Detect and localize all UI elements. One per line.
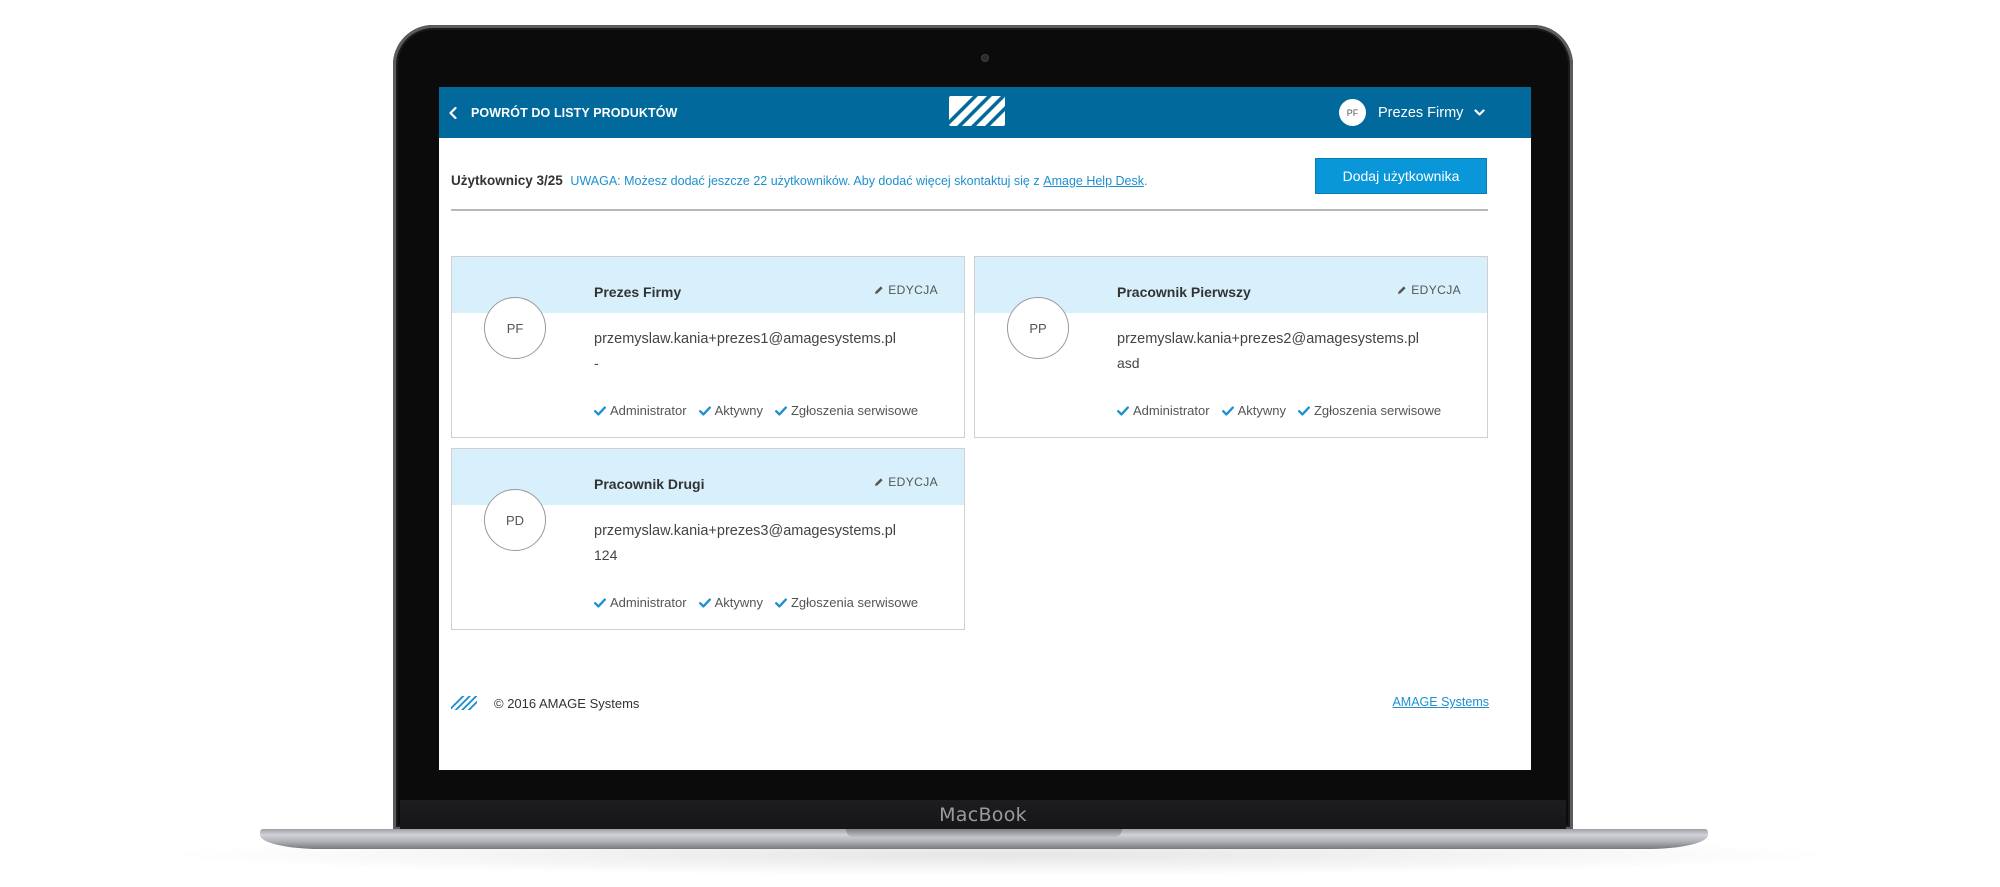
user-card: PF Prezes Firmy EDYCJA przemyslaw.kania+… bbox=[451, 256, 965, 438]
checkmark-icon bbox=[698, 405, 715, 416]
laptop-notch bbox=[846, 829, 1122, 838]
user-card-email: przemyslaw.kania+prezes1@amagesystems.pl bbox=[594, 331, 897, 347]
user-card-badges: Administrator Aktywny Zgłoszenia serwiso… bbox=[594, 403, 930, 418]
top-navigation-bar: POWRÓT DO LISTY PRODUKTÓW PF Prezes Firm… bbox=[439, 87, 1531, 138]
edit-user-button[interactable]: EDYCJA bbox=[1397, 283, 1461, 297]
badge-label: Administrator bbox=[1133, 403, 1210, 418]
user-card-phone: asd bbox=[1117, 355, 1140, 371]
edit-label: EDYCJA bbox=[1411, 283, 1461, 297]
pencil-icon bbox=[874, 285, 888, 295]
user-card: PD Pracownik Drugi EDYCJA przemyslaw.kan… bbox=[451, 448, 965, 630]
pencil-icon bbox=[1397, 285, 1411, 295]
badge-service-requests: Zgłoszenia serwisowe bbox=[775, 595, 918, 610]
checkmark-icon bbox=[594, 597, 610, 608]
checkmark-icon bbox=[775, 405, 791, 416]
footer-logo bbox=[451, 696, 477, 710]
badge-label: Aktywny bbox=[714, 595, 763, 610]
edit-label: EDYCJA bbox=[888, 475, 938, 489]
edit-user-button[interactable]: EDYCJA bbox=[874, 475, 938, 489]
user-card-phone: 124 bbox=[594, 547, 618, 563]
user-card-badges: Administrator Aktywny Zgłoszenia serwiso… bbox=[1117, 403, 1453, 418]
back-to-products-link[interactable]: POWRÓT DO LISTY PRODUKTÓW bbox=[449, 87, 677, 138]
user-card-avatar: PD bbox=[484, 489, 546, 551]
badge-label: Zgłoszenia serwisowe bbox=[1313, 403, 1442, 418]
badge-label: Zgłoszenia serwisowe bbox=[790, 403, 919, 418]
back-link-label: POWRÓT DO LISTY PRODUKTÓW bbox=[471, 105, 678, 120]
badge-label: Zgłoszenia serwisowe bbox=[790, 595, 919, 610]
user-card-email: przemyslaw.kania+prezes2@amagesystems.pl bbox=[1117, 331, 1420, 347]
user-avatar: PF bbox=[1339, 99, 1366, 126]
checkmark-icon bbox=[775, 597, 791, 608]
user-card-avatar: PP bbox=[1007, 297, 1069, 359]
help-desk-link[interactable]: Amage Help Desk bbox=[1043, 174, 1144, 188]
device-label: MacBook bbox=[939, 804, 1027, 826]
amage-logo[interactable] bbox=[949, 96, 1005, 126]
users-count: Użytkownicy 3/25 bbox=[451, 173, 563, 188]
checkmark-icon bbox=[698, 597, 715, 608]
user-card-name: Pracownik Drugi bbox=[594, 476, 705, 492]
user-card-name: Prezes Firmy bbox=[594, 284, 682, 300]
section-divider bbox=[451, 209, 1488, 211]
badge-label: Aktywny bbox=[1237, 403, 1286, 418]
badge-label: Administrator bbox=[610, 403, 687, 418]
pencil-icon bbox=[874, 477, 888, 487]
badge-service-requests: Zgłoszenia serwisowe bbox=[1298, 403, 1441, 418]
chevron-left-icon bbox=[449, 106, 457, 119]
badge-administrator: Administrator bbox=[1117, 403, 1210, 418]
checkmark-icon bbox=[1117, 405, 1133, 416]
badge-label: Aktywny bbox=[714, 403, 763, 418]
badge-service-requests: Zgłoszenia serwisowe bbox=[775, 403, 918, 418]
users-info-row: Użytkownicy 3/25 UWAGA: Możesz dodać jes… bbox=[451, 173, 1451, 188]
badge-active: Aktywny bbox=[1221, 403, 1286, 418]
add-user-button[interactable]: Dodaj użytkownika bbox=[1315, 158, 1487, 194]
user-card-name: Pracownik Pierwszy bbox=[1117, 284, 1251, 300]
users-limit-warning: UWAGA: Możesz dodać jeszcze 22 użytkowni… bbox=[570, 174, 1040, 188]
checkmark-icon bbox=[594, 405, 610, 416]
user-menu[interactable]: PF Prezes Firmy bbox=[1339, 87, 1486, 138]
checkmark-icon bbox=[1298, 405, 1314, 416]
user-card-phone: - bbox=[594, 355, 599, 371]
checkmark-icon bbox=[1221, 405, 1238, 416]
camera-icon bbox=[981, 54, 989, 62]
user-card: PP Pracownik Pierwszy EDYCJA przemyslaw.… bbox=[974, 256, 1488, 438]
app-screen: POWRÓT DO LISTY PRODUKTÓW PF Prezes Firm… bbox=[439, 87, 1531, 770]
badge-active: Aktywny bbox=[698, 595, 763, 610]
chevron-down-icon bbox=[1474, 104, 1486, 122]
badge-active: Aktywny bbox=[698, 403, 763, 418]
footer-copyright: © 2016 AMAGE Systems bbox=[494, 696, 640, 711]
badge-administrator: Administrator bbox=[594, 403, 687, 418]
footer-amage-link[interactable]: AMAGE Systems bbox=[1392, 695, 1489, 709]
user-card-email: przemyslaw.kania+prezes3@amagesystems.pl bbox=[594, 523, 897, 539]
badge-administrator: Administrator bbox=[594, 595, 687, 610]
edit-user-button[interactable]: EDYCJA bbox=[874, 283, 938, 297]
user-card-badges: Administrator Aktywny Zgłoszenia serwiso… bbox=[594, 595, 930, 610]
warning-period: . bbox=[1144, 174, 1148, 188]
user-card-avatar: PF bbox=[484, 297, 546, 359]
edit-label: EDYCJA bbox=[888, 283, 938, 297]
user-name: Prezes Firmy bbox=[1378, 104, 1464, 121]
badge-label: Administrator bbox=[610, 595, 687, 610]
